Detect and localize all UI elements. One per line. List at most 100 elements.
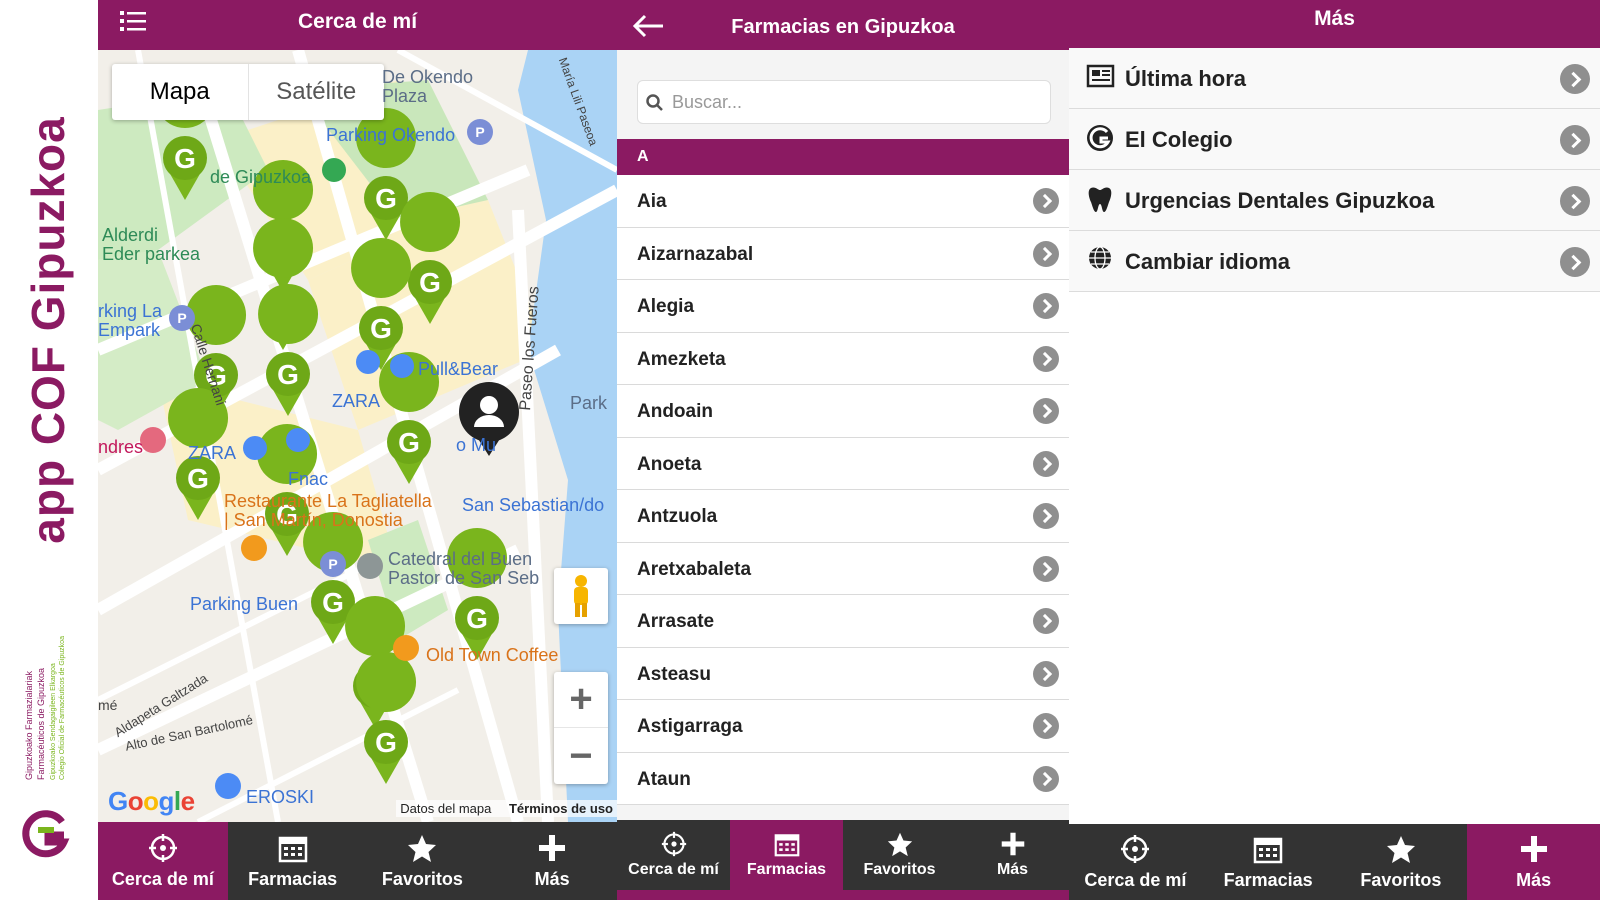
crosshair-icon (1121, 834, 1150, 863)
zoom-out-button[interactable]: − (554, 728, 608, 784)
list-item[interactable]: Alegia (617, 280, 1069, 333)
map-attribution: Datos del mapa Términos de uso (396, 800, 617, 817)
pegman-icon (574, 575, 588, 617)
list-item[interactable]: Astigarraga (617, 700, 1069, 753)
search-icon (646, 94, 663, 111)
screen-pharmacies: Farmacias en Gipuzkoa A Aia Aizarnazabal… (617, 0, 1069, 900)
list-item[interactable]: Ataun (617, 752, 1069, 805)
map-label-pullbear: Pull&Bear (418, 359, 499, 379)
map-label-sansebastian: San Sebastian/do (462, 495, 605, 515)
tab-nearby[interactable]: Cerca de mí (98, 822, 228, 900)
chevron-right-icon (1560, 247, 1590, 277)
map-data-link[interactable]: Datos del mapa (400, 801, 491, 816)
tab-pharmacies[interactable]: Farmacias (1202, 824, 1335, 900)
chevron-right-icon (1560, 125, 1590, 155)
svg-text:G: G (419, 267, 441, 298)
map-canvas[interactable]: G G G G G G G G G G G G G G G (98, 50, 617, 822)
cof-logo-icon (1087, 125, 1113, 151)
chevron-right-icon (1033, 608, 1059, 634)
chevron-right-icon (1033, 450, 1059, 477)
map-label-andres: ndres (98, 437, 144, 457)
street-view-pegman[interactable] (554, 568, 608, 624)
map-label-oldtown: Old Town Coffee (426, 645, 559, 665)
plus-icon (539, 834, 566, 861)
more-item-language[interactable]: Cambiar idioma (1069, 231, 1600, 292)
cof-logo (22, 810, 70, 858)
chevron-right-icon (1033, 503, 1059, 529)
calendar-icon (774, 834, 799, 857)
chevron-right-icon (1560, 64, 1590, 94)
svg-text:G: G (277, 359, 299, 390)
svg-text:G: G (375, 727, 397, 758)
chevron-right-icon (1033, 713, 1059, 739)
nearby-header: Cerca de mí (98, 0, 617, 50)
app-showcase: app COF Gipuzkoa Gipuzkoako Farmazialari… (0, 0, 1600, 900)
star-icon (1386, 835, 1415, 863)
zoom-in-button[interactable]: + (554, 672, 608, 728)
screen-nearby: Cerca de mí G G G G G G G G G G G G P P … (98, 0, 617, 900)
pharmacies-title: Farmacias en Gipuzkoa (731, 16, 955, 38)
brand-org-eu: Gipuzkoako Farmazialariak (24, 670, 34, 780)
more-item-news[interactable]: Última hora (1069, 48, 1600, 109)
map-label-restaurant: Restaurante La Tagliatella | San Martín,… (224, 491, 432, 530)
tab-favorites[interactable]: Favoritos (1335, 824, 1468, 900)
svg-text:G: G (370, 313, 392, 344)
more-item-college[interactable]: El Colegio (1069, 109, 1600, 170)
chevron-right-icon (1033, 345, 1059, 372)
list-item[interactable]: Aizarnazabal (617, 227, 1069, 280)
map-label-parking-la: rking La Empark (98, 301, 163, 340)
tab-favorites[interactable]: Favoritos (843, 820, 956, 890)
svg-text:P: P (328, 556, 337, 572)
more-title: Más (1314, 7, 1355, 30)
tab-nearby[interactable]: Cerca de mí (617, 820, 730, 890)
star-icon (408, 834, 437, 862)
more-header: Más (1069, 0, 1600, 48)
tab-pharmacies[interactable]: Farmacias (228, 822, 358, 900)
map-type-satellite[interactable]: Satélite (249, 64, 385, 120)
svg-text:P: P (177, 310, 186, 326)
map-type-toggle[interactable]: Mapa Satélite (112, 64, 384, 120)
tab-more[interactable]: Más (1467, 824, 1600, 900)
list-item[interactable]: Arrasate (617, 595, 1069, 648)
chevron-right-icon (1033, 188, 1059, 214)
tab-pharmacies[interactable]: Farmacias (730, 820, 843, 890)
map-type-map[interactable]: Mapa (112, 64, 249, 120)
list-item[interactable]: Amezketa (617, 332, 1069, 385)
tab-favorites[interactable]: Favoritos (358, 822, 488, 900)
chevron-right-icon (1033, 398, 1059, 424)
map-view[interactable]: G G G G G G G G G G G G G G G (98, 50, 617, 822)
list-item[interactable]: Antzuola (617, 490, 1069, 543)
svg-text:G: G (174, 143, 196, 174)
map-terms-link[interactable]: Términos de uso (509, 801, 613, 816)
tab-nearby[interactable]: Cerca de mí (1069, 824, 1202, 900)
zoom-control: + − (554, 672, 608, 784)
search-input[interactable] (672, 81, 1042, 123)
google-logo: Google (108, 786, 195, 816)
map-label-donostia: o Mu (456, 435, 497, 455)
map-label-eroski: EROSKI (246, 787, 315, 807)
more-item-dental[interactable]: Urgencias Dentales Gipuzkoa (1069, 170, 1600, 231)
tab-more[interactable]: Más (487, 822, 617, 900)
list-item[interactable]: Andoain (617, 385, 1069, 438)
list-item[interactable]: Aia (617, 175, 1069, 228)
section-header-a: A (617, 139, 1069, 175)
tab-more[interactable]: Más (956, 820, 1069, 890)
pharmacies-header: Farmacias en Gipuzkoa (617, 0, 1069, 50)
map-label-park: Park (570, 393, 608, 413)
list-item[interactable]: Aretxabaleta (617, 542, 1069, 595)
search-box (637, 80, 1051, 124)
tab-bar-accent (617, 890, 1069, 900)
svg-text:G: G (398, 427, 420, 458)
list-item[interactable]: Asteasu (617, 647, 1069, 700)
chevron-right-icon (1033, 240, 1059, 267)
chevron-right-icon (1033, 555, 1059, 582)
list-item[interactable]: Anoeta (617, 437, 1069, 490)
tab-bar: Cerca de mí Farmacias Favoritos Más (1069, 824, 1600, 900)
map-label-parking-buen: Parking Buen (190, 594, 299, 614)
svg-text:G: G (187, 463, 209, 494)
star-icon (887, 832, 912, 857)
brand-title: app COF Gipuzkoa (22, 116, 74, 544)
tab-bar: Cerca de mí Farmacias Favoritos Más (98, 822, 617, 900)
map-label-ome: mé (98, 697, 118, 713)
svg-text:G: G (375, 183, 397, 214)
